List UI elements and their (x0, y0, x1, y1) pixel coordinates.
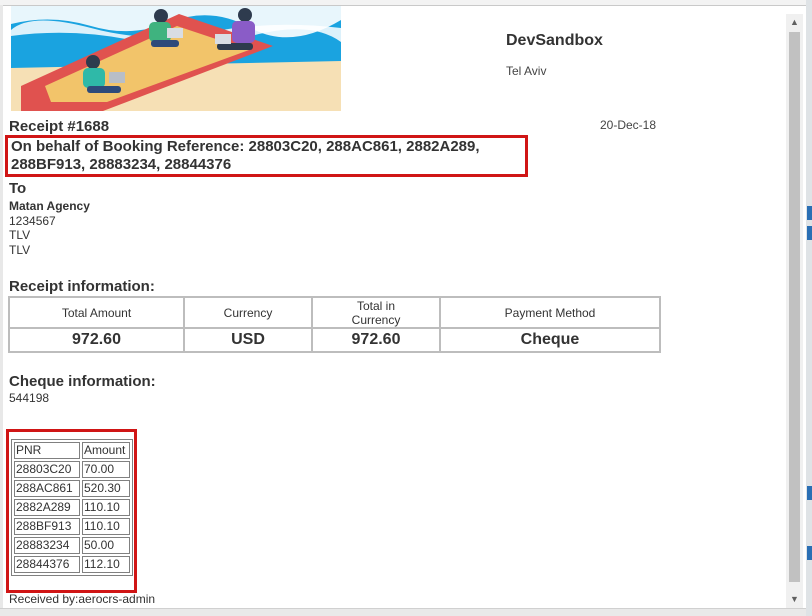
pnr-cell: 288AC861 (14, 480, 80, 497)
column-header-total-amount: Total Amount (9, 297, 184, 328)
receipt-title: Receipt #1688 (9, 118, 110, 135)
pnr-cell: 288BF913 (14, 518, 80, 535)
pnr-table-header-row: PNR Amount (14, 442, 130, 459)
scroll-up-icon[interactable]: ▲ (786, 14, 803, 31)
amount-cell: 110.10 (82, 499, 130, 516)
window-bottom-edge (0, 608, 806, 616)
booking-reference-line: 288BF913, 28883234, 28844376 (11, 156, 232, 173)
pnr-cell: 28844376 (14, 556, 80, 573)
amount-cell: 112.10 (82, 556, 130, 573)
recipient-address-line: TLV (9, 228, 31, 242)
receipt-info-table: Total Amount Currency Total in Currency … (8, 296, 661, 353)
table-row: 2882A289 110.10 (14, 499, 130, 516)
booking-reference-highlight: On behalf of Booking Reference: 28803C20… (5, 135, 528, 177)
company-banner-image (11, 6, 341, 111)
scroll-down-icon[interactable]: ▼ (786, 591, 803, 608)
receipt-popup-window: ▲ ▼ DevSandbox Tel Aviv Receipt #1688 20… (0, 0, 812, 616)
pnr-table-highlight: PNR Amount 28803C20 70.00 288AC861 520.3… (6, 429, 137, 593)
window-left-edge (0, 5, 3, 616)
vertical-scrollbar[interactable]: ▲ ▼ (786, 14, 803, 608)
amount-cell: 50.00 (82, 537, 130, 554)
scrollbar-thumb[interactable] (789, 32, 800, 582)
booking-reference-line: On behalf of Booking Reference: 28803C20… (11, 138, 480, 155)
background-window-edge (806, 0, 812, 616)
cheque-number: 544198 (9, 391, 50, 405)
table-row: 288BF913 110.10 (14, 518, 130, 535)
recipient-heading: To (9, 180, 27, 197)
currency-value: USD (184, 328, 312, 352)
total-amount-value: 972.60 (9, 328, 184, 352)
company-city: Tel Aviv (506, 64, 547, 78)
recipient-agency-name: Matan Agency (9, 199, 90, 213)
pnr-amount-table: PNR Amount 28803C20 70.00 288AC861 520.3… (11, 439, 133, 576)
table-row: 28803C20 70.00 (14, 461, 130, 478)
sandbox-illustration (11, 6, 341, 111)
recipient-address-line: TLV (9, 242, 31, 257)
cheque-info-heading: Cheque information: (9, 373, 156, 390)
company-name: DevSandbox (506, 32, 603, 49)
pnr-column-header: PNR (14, 442, 80, 459)
recipient-address-line: 1234567 (9, 213, 56, 228)
column-header-total-in-currency: Total in Currency (312, 297, 440, 328)
table-row: 28883234 50.00 (14, 537, 130, 554)
background-accent (807, 226, 812, 240)
table-row: 28844376 112.10 (14, 556, 130, 573)
receipt-info-header-row: Total Amount Currency Total in Currency … (9, 297, 660, 328)
receipt-info-heading: Receipt information: (9, 278, 155, 295)
amount-cell: 110.10 (82, 518, 130, 535)
amount-column-header: Amount (82, 442, 130, 459)
amount-cell: 70.00 (82, 461, 130, 478)
column-header-payment-method: Payment Method (440, 297, 660, 328)
background-accent (807, 546, 812, 560)
receipt-info-value-row: 972.60 USD 972.60 Cheque (9, 328, 660, 352)
pnr-cell: 2882A289 (14, 499, 80, 516)
pnr-cell: 28883234 (14, 537, 80, 554)
background-accent (807, 206, 812, 220)
table-row: 288AC861 520.30 (14, 480, 130, 497)
amount-cell: 520.30 (82, 480, 130, 497)
receipt-date: 20-Dec-18 (600, 118, 657, 132)
total-in-currency-value: 972.60 (312, 328, 440, 352)
column-header-currency: Currency (184, 297, 312, 328)
pnr-cell: 28803C20 (14, 461, 80, 478)
payment-method-value: Cheque (440, 328, 660, 352)
recipient-address: Matan Agency 1234567 TLV TLV (9, 199, 90, 257)
received-by-footer: Received by:aerocrs-admin (9, 592, 156, 606)
background-accent (807, 486, 812, 500)
